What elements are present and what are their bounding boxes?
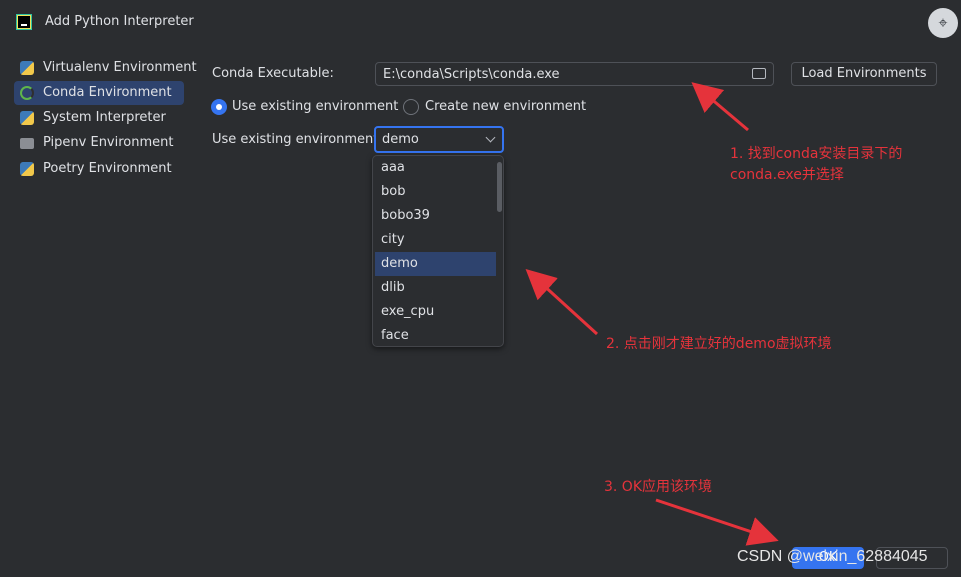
- annotation-step2: 2. 点击刚才建立好的demo虚拟环境: [606, 336, 832, 352]
- arrow-to-ok: [655, 498, 779, 546]
- annotation-step3: 3. OK应用该环境: [604, 479, 713, 495]
- csdn-watermark: CSDN @weixin_62884045: [737, 548, 928, 565]
- arrow-to-demo: [525, 268, 599, 336]
- annotation-step1-line1: 1. 找到conda安装目录下的: [730, 146, 903, 162]
- arrow-to-executable: [691, 82, 749, 132]
- annotation-step1-line2: conda.exe并选择: [730, 167, 844, 183]
- annotation-arrows: [525, 82, 779, 546]
